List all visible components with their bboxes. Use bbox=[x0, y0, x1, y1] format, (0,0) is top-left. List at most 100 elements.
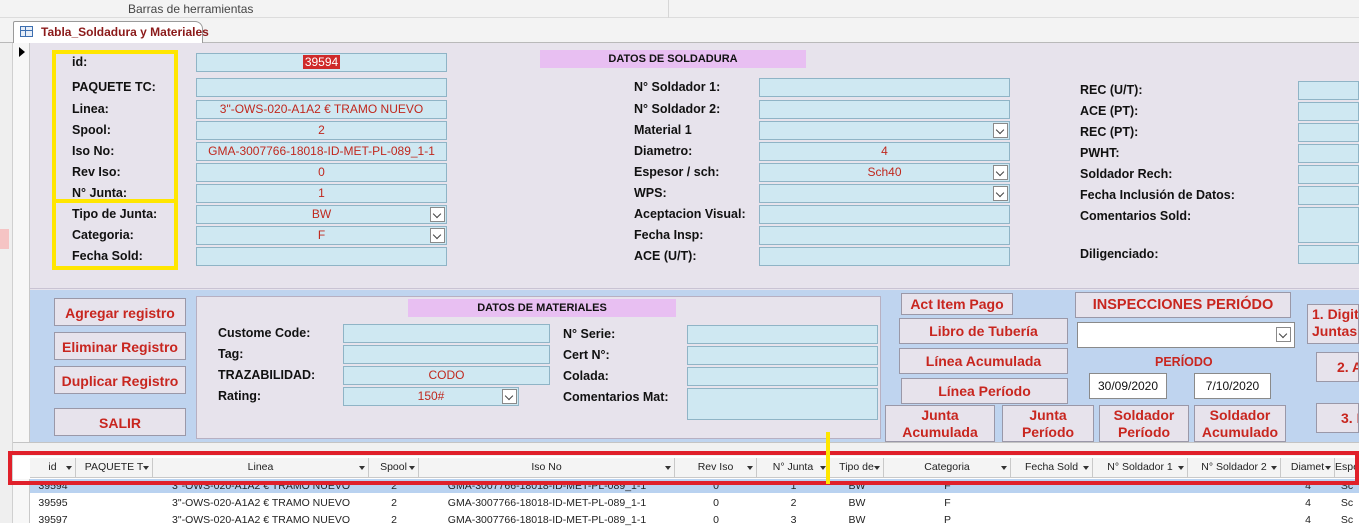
cell-junta[interactable]: 3 bbox=[757, 514, 830, 526]
cell-id[interactable]: 39597 bbox=[30, 514, 76, 526]
annotation-red-box bbox=[8, 451, 1359, 485]
diligenciado-field[interactable] bbox=[1298, 245, 1359, 264]
espesor-combo[interactable]: Sch40 bbox=[759, 163, 1010, 182]
comentarios-sold-field[interactable] bbox=[1298, 207, 1359, 243]
act-item-pago-button[interactable]: Act Item Pago bbox=[901, 293, 1013, 315]
soldador1-field[interactable] bbox=[759, 78, 1010, 97]
navigation-marker bbox=[0, 229, 9, 249]
comentarios-mat-field[interactable] bbox=[687, 388, 878, 420]
rating-combo[interactable]: 150# bbox=[343, 387, 519, 406]
trazabilidad-field[interactable]: CODO bbox=[343, 366, 550, 385]
toolbar-label: Barras de herramientas bbox=[128, 2, 254, 16]
ace-pt-label: ACE (PT): bbox=[1080, 104, 1139, 118]
cell-categoria[interactable]: P bbox=[884, 514, 1011, 526]
diametro-field[interactable]: 4 bbox=[759, 142, 1010, 161]
junta-periodo-button[interactable]: Junta Período bbox=[1002, 405, 1094, 442]
document-tab[interactable]: Tabla_Soldadura y Materiales bbox=[13, 21, 209, 43]
soldador-rech-field[interactable] bbox=[1298, 165, 1359, 184]
linea-field[interactable]: 3"-OWS-020-A1A2 € TRAMO NUEVO bbox=[196, 100, 447, 119]
material-combo[interactable] bbox=[759, 121, 1010, 140]
record-selector[interactable] bbox=[13, 43, 30, 443]
id-field[interactable]: 39594 bbox=[196, 53, 447, 72]
chevron-down-icon[interactable] bbox=[502, 389, 517, 404]
annotation-yellow-box-top bbox=[52, 50, 178, 203]
tag-label: Tag: bbox=[218, 347, 244, 361]
chevron-down-icon[interactable] bbox=[993, 123, 1008, 138]
linea-periodo-button[interactable]: Línea Período bbox=[901, 378, 1068, 404]
aceptacion-label: Aceptacion Visual: bbox=[634, 207, 746, 221]
eliminar-registro-button[interactable]: Eliminar Registro bbox=[54, 332, 186, 360]
document-tab-label: Tabla_Soldadura y Materiales bbox=[41, 25, 209, 39]
chevron-down-icon[interactable] bbox=[993, 186, 1008, 201]
tipo-junta-combo[interactable]: BW bbox=[196, 205, 447, 224]
cell-espesor[interactable]: Sc bbox=[1335, 514, 1359, 526]
fecha-inclusion-label: Fecha Inclusión de Datos: bbox=[1080, 188, 1235, 202]
ace-pt-field[interactable] bbox=[1298, 102, 1359, 121]
salir-button[interactable]: SALIR bbox=[54, 408, 186, 436]
cell-espesor[interactable]: Sc bbox=[1335, 497, 1359, 509]
chevron-down-icon[interactable] bbox=[430, 228, 445, 243]
ace-ut-field[interactable] bbox=[759, 247, 1010, 266]
cell-junta[interactable]: 2 bbox=[757, 497, 830, 509]
pwht-field[interactable] bbox=[1298, 144, 1359, 163]
soldador-acumulado-line2: Acumulado bbox=[1201, 424, 1279, 440]
button-2a[interactable]: 2. A bbox=[1316, 352, 1359, 382]
iso-field[interactable]: GMA-3007766-18018-ID-MET-PL-089_1-1 bbox=[196, 142, 447, 161]
annotation-yellow-line bbox=[826, 432, 830, 484]
cell-spool[interactable]: 2 bbox=[369, 497, 419, 509]
cell-rev-iso[interactable]: 0 bbox=[675, 514, 757, 526]
materiales-header: DATOS DE MATERIALES bbox=[408, 299, 676, 317]
button-3[interactable]: 3. I bbox=[1316, 403, 1359, 433]
cell-iso[interactable]: GMA-3007766-18018-ID-MET-PL-089_1-1 bbox=[419, 514, 675, 526]
fecha-sold-field[interactable] bbox=[196, 247, 447, 266]
junta-acumulada-button[interactable]: Junta Acumulada bbox=[885, 405, 995, 442]
soldador2-field[interactable] bbox=[759, 100, 1010, 119]
cell-categoria[interactable]: F bbox=[884, 497, 1011, 509]
chevron-down-icon[interactable] bbox=[993, 165, 1008, 180]
cell-diametro[interactable]: 4 bbox=[1281, 514, 1335, 526]
soldador-acumulado-button[interactable]: Soldador Acumulado bbox=[1194, 405, 1286, 442]
aceptacion-field[interactable] bbox=[759, 205, 1010, 224]
rec-ut-field[interactable] bbox=[1298, 81, 1359, 100]
serie-field[interactable] bbox=[687, 325, 878, 344]
cell-id[interactable]: 39595 bbox=[30, 497, 76, 509]
fecha-inclusion-field[interactable] bbox=[1298, 186, 1359, 205]
fecha-insp-field[interactable] bbox=[759, 226, 1010, 245]
cell-rev-iso[interactable]: 0 bbox=[675, 497, 757, 509]
custome-code-field[interactable] bbox=[343, 324, 550, 343]
inspecciones-combo[interactable] bbox=[1077, 322, 1295, 348]
chevron-down-icon[interactable] bbox=[430, 207, 445, 222]
cert-field[interactable] bbox=[687, 346, 878, 365]
inspecciones-periodo-button[interactable]: INSPECCIONES PERIÓDO bbox=[1075, 292, 1291, 318]
agregar-registro-button[interactable]: Agregar registro bbox=[54, 298, 186, 326]
datasheet-row-selector[interactable] bbox=[13, 479, 30, 523]
rev-iso-field[interactable]: 0 bbox=[196, 163, 447, 182]
duplicar-registro-button[interactable]: Duplicar Registro bbox=[54, 366, 186, 394]
soldador-periodo-button[interactable]: Soldador Período bbox=[1099, 405, 1189, 442]
espesor-value: Sch40 bbox=[867, 165, 902, 179]
spool-field[interactable]: 2 bbox=[196, 121, 447, 140]
cell-tipo[interactable]: BW bbox=[830, 497, 884, 509]
rec-pt-field[interactable] bbox=[1298, 123, 1359, 142]
paquete-field[interactable] bbox=[196, 78, 447, 97]
categoria-combo[interactable]: F bbox=[196, 226, 447, 245]
linea-acumulada-button[interactable]: Línea Acumulada bbox=[899, 348, 1068, 374]
current-record-arrow-icon bbox=[19, 47, 25, 57]
cell-spool[interactable]: 2 bbox=[369, 514, 419, 526]
cell-linea[interactable]: 3"-OWS-020-A1A2 € TRAMO NUEVO bbox=[153, 497, 369, 509]
cell-iso[interactable]: GMA-3007766-18018-ID-MET-PL-089_1-1 bbox=[419, 497, 675, 509]
cell-diametro[interactable]: 4 bbox=[1281, 497, 1335, 509]
colada-field[interactable] bbox=[687, 367, 878, 386]
junta-field[interactable]: 1 bbox=[196, 184, 447, 203]
cell-linea[interactable]: 3"-OWS-020-A1A2 € TRAMO NUEVO bbox=[153, 514, 369, 526]
cell-tipo[interactable]: BW bbox=[830, 514, 884, 526]
digitalizar-juntas-button[interactable]: 1. Digit Juntas bbox=[1307, 304, 1359, 344]
tag-field[interactable] bbox=[343, 345, 550, 364]
periodo-end-field[interactable]: 7/10/2020 bbox=[1194, 373, 1271, 399]
libro-tuberia-button[interactable]: Libro de Tubería bbox=[899, 318, 1068, 344]
wps-combo[interactable] bbox=[759, 184, 1010, 203]
periodo-start-field[interactable]: 30/09/2020 bbox=[1089, 373, 1167, 399]
chevron-down-icon[interactable] bbox=[1276, 327, 1291, 342]
serie-label: N° Serie: bbox=[563, 327, 616, 341]
diametro-label: Diametro: bbox=[634, 144, 693, 158]
